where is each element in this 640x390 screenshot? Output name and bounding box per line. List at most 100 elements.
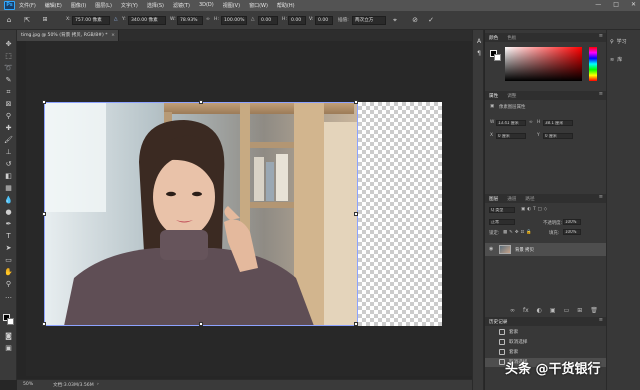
handle-middle-right[interactable] xyxy=(354,212,358,216)
tab-channels[interactable]: 通道 xyxy=(507,196,516,202)
handle-bottom-right[interactable] xyxy=(354,322,358,326)
history-item[interactable]: 套索 xyxy=(485,328,606,337)
layer-row[interactable]: ◉ 背景 拷贝 xyxy=(485,243,606,256)
lock-icons[interactable]: ▩✎✥⊡🔒 xyxy=(503,230,534,235)
gradient-tool-icon[interactable]: ▦ xyxy=(4,184,13,193)
rectangle-tool-icon[interactable]: ▭ xyxy=(4,256,13,265)
hue-slider[interactable] xyxy=(589,47,597,81)
close-tab-icon[interactable]: × xyxy=(111,30,115,41)
commit-transform-icon[interactable]: ✓ xyxy=(426,15,436,25)
fill-field[interactable]: 100% xyxy=(563,229,581,235)
tab-layers[interactable]: 图层 xyxy=(489,196,498,202)
opacity-field[interactable]: 100% xyxy=(563,219,581,225)
frame-tool-icon[interactable]: ⊠ xyxy=(4,100,13,109)
layer-filter-icons[interactable]: ▣◐T□◇ xyxy=(521,207,549,212)
layer-style-icon[interactable]: fx xyxy=(523,307,529,314)
eyedropper-tool-icon[interactable]: ⚲ xyxy=(4,112,13,121)
quick-mask-icon[interactable]: ◙ xyxy=(4,332,13,341)
history-panel-menu-icon[interactable]: ≡ xyxy=(599,317,603,323)
h-skew-field[interactable]: 0.00 xyxy=(288,16,306,25)
minimize-button[interactable]: — xyxy=(595,1,601,8)
new-group-icon[interactable]: ▭ xyxy=(564,307,570,314)
hand-tool-icon[interactable]: ✋ xyxy=(4,268,13,277)
layers-panel-menu-icon[interactable]: ≡ xyxy=(599,194,603,200)
visibility-eye-icon[interactable]: ◉ xyxy=(489,246,493,252)
transform-bounding-box[interactable] xyxy=(42,100,358,326)
v-skew-field[interactable]: 0.00 xyxy=(315,16,333,25)
character-panel-icon[interactable]: A xyxy=(475,38,483,46)
reference-point-icon[interactable]: ⊞ xyxy=(40,15,50,25)
paragraph-panel-icon[interactable]: ¶ xyxy=(475,50,483,58)
tab-swatches[interactable]: 色板 xyxy=(507,35,516,41)
blend-mode-select[interactable]: 正常 xyxy=(489,219,515,225)
lasso-tool-icon[interactable]: ➰ xyxy=(4,64,13,73)
new-layer-icon[interactable]: ⊞ xyxy=(577,307,582,314)
document-tab[interactable]: timg.jpg @ 50% (背景 拷贝, RGB/8#) * × xyxy=(17,30,119,41)
properties-panel-menu-icon[interactable]: ≡ xyxy=(599,91,603,97)
history-item[interactable]: 取消选择 xyxy=(485,338,606,347)
interpolation-select[interactable]: 两次立方 xyxy=(352,16,386,25)
menu-image[interactable]: 图像(I) xyxy=(71,2,86,9)
menu-3d[interactable]: 3D(D) xyxy=(199,2,214,9)
background-color-swatch[interactable] xyxy=(7,318,14,325)
prop-y-field[interactable]: 0 厘米 xyxy=(543,133,573,139)
angle-field[interactable]: 0.00 xyxy=(258,16,278,25)
pen-tool-icon[interactable]: ✒ xyxy=(4,220,13,229)
handle-top-right[interactable] xyxy=(354,100,358,104)
handle-top-center[interactable] xyxy=(199,100,203,104)
menu-file[interactable]: 文件(F) xyxy=(19,2,36,9)
screen-mode-icon[interactable]: ▣ xyxy=(4,344,13,353)
menu-filter[interactable]: 滤镜(T) xyxy=(173,2,190,9)
height-field[interactable]: 100.00% xyxy=(221,16,247,25)
handle-middle-left[interactable] xyxy=(42,212,46,216)
status-menu-icon[interactable]: › xyxy=(97,382,99,387)
eraser-tool-icon[interactable]: ◧ xyxy=(4,172,13,181)
adjustment-layer-icon[interactable]: ▣ xyxy=(550,307,556,314)
home-icon[interactable]: ⌂ xyxy=(4,15,14,25)
handle-top-left[interactable] xyxy=(42,100,46,104)
tab-properties[interactable]: 属性 xyxy=(489,93,498,99)
color-background-swatch[interactable] xyxy=(494,54,501,61)
clone-stamp-icon[interactable]: ⊥ xyxy=(4,148,13,157)
handle-bottom-left[interactable] xyxy=(42,322,46,326)
menu-select[interactable]: 选择(S) xyxy=(147,2,164,9)
tab-paths[interactable]: 路径 xyxy=(525,196,534,202)
tab-adjustments[interactable]: 调整 xyxy=(507,93,516,99)
libraries-item[interactable]: ≋ 库 xyxy=(610,56,622,64)
dodge-tool-icon[interactable]: ● xyxy=(4,208,13,217)
layer-mask-icon[interactable]: ◐ xyxy=(537,307,542,314)
close-window-button[interactable]: ✕ xyxy=(631,1,636,8)
warp-icon[interactable]: ⌖ xyxy=(390,15,400,25)
prop-link-icon[interactable]: ∞ xyxy=(529,120,533,125)
marquee-tool-icon[interactable]: ⬚ xyxy=(4,52,13,61)
menu-window[interactable]: 窗口(W) xyxy=(249,2,268,9)
learn-item[interactable]: ♀ 学习 xyxy=(610,38,627,46)
relative-position-icon[interactable]: △ xyxy=(114,17,118,22)
x-field[interactable]: 757.00 像素 xyxy=(72,16,110,25)
delete-layer-icon[interactable]: 🗑 xyxy=(590,307,598,314)
color-picker-field[interactable] xyxy=(505,47,582,81)
width-field[interactable]: 78.93% xyxy=(177,16,203,25)
more-tools-icon[interactable]: … xyxy=(4,292,13,301)
zoom-tool-icon[interactable]: ⚲ xyxy=(4,280,13,289)
crop-tool-icon[interactable]: ⌗ xyxy=(4,88,13,97)
color-panel-menu-icon[interactable]: ≡ xyxy=(599,33,603,39)
maximize-button[interactable]: □ xyxy=(613,1,619,8)
layer-name[interactable]: 背景 拷贝 xyxy=(515,247,534,253)
tab-color[interactable]: 颜色 xyxy=(489,35,498,41)
path-select-icon[interactable]: ➤ xyxy=(4,244,13,253)
layer-kind-filter[interactable]: Q 类型 xyxy=(489,207,515,213)
transform-tool-icon[interactable]: ⇱ xyxy=(22,15,32,25)
brush-tool-icon[interactable]: 🖌 xyxy=(4,136,13,145)
menu-view[interactable]: 视图(V) xyxy=(223,2,240,9)
menu-layer[interactable]: 图层(L) xyxy=(95,2,112,9)
y-field[interactable]: 340.00 像素 xyxy=(128,16,166,25)
cancel-transform-icon[interactable]: ⊘ xyxy=(410,15,420,25)
document-info[interactable]: 文档:3.03M/3.56M xyxy=(53,382,94,388)
history-brush-icon[interactable]: ↺ xyxy=(4,160,13,169)
menu-type[interactable]: 文字(Y) xyxy=(121,2,138,9)
prop-width-field[interactable]: 13.41 厘米 xyxy=(496,120,526,126)
healing-brush-icon[interactable]: ✚ xyxy=(4,124,13,133)
link-layers-icon[interactable]: ∞ xyxy=(510,307,515,314)
prop-height-field[interactable]: 38.1 厘米 xyxy=(543,120,573,126)
